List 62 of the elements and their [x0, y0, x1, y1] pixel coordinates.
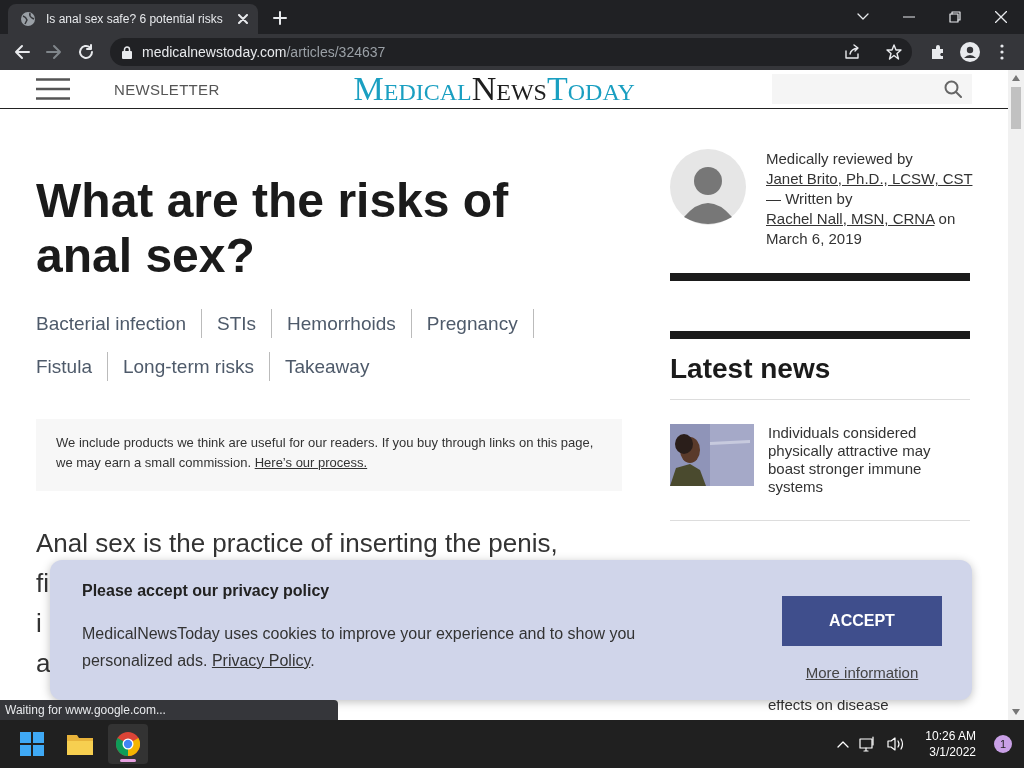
process-link[interactable]: Here’s our process. [254, 455, 368, 470]
banner-text: MedicalNewsToday uses cookies to improve your experience and to show you personalized ads. Privacy Policy. [82, 624, 637, 671]
toc-link[interactable]: STIs [201, 309, 273, 338]
scroll-thumb[interactable] [1011, 87, 1021, 129]
toc-link[interactable]: Fistula [36, 352, 108, 381]
search-field[interactable] [772, 74, 972, 104]
toc-link[interactable]: Bacterial infection [36, 309, 202, 338]
windows-logo-icon[interactable] [20, 732, 44, 756]
menu-icon[interactable] [36, 78, 70, 100]
lock-icon [122, 45, 132, 59]
notification-badge[interactable]: 1 [994, 735, 1012, 753]
author-link[interactable]: Rachel Nall, MSN, CRNA [766, 210, 935, 227]
address-bar[interactable]: medicalnewstoday.com/articles/324637 [110, 38, 912, 66]
newsletter-link[interactable]: NEWSLETTER [114, 80, 220, 98]
browser-logo-icon[interactable] [116, 732, 140, 756]
chevron-down-icon[interactable] [857, 13, 869, 21]
browser-tab[interactable]: Is anal sex safe? 6 potential risks [8, 4, 258, 34]
plus-icon[interactable] [273, 11, 287, 25]
toc-link[interactable]: Hemorrhoids [272, 309, 412, 338]
body-text: fi [36, 567, 49, 600]
volume-icon[interactable] [887, 736, 906, 752]
article-title: What are the risks of anal sex? [36, 173, 510, 283]
profile-icon[interactable] [960, 42, 980, 62]
search-icon[interactable] [944, 80, 962, 98]
toc-link[interactable]: Long-term risks [107, 352, 270, 381]
browser-taskbar-button[interactable] [108, 724, 148, 764]
site-logo[interactable]: MedicalNewsToday [353, 70, 635, 108]
scroll-up-icon[interactable] [1012, 75, 1020, 81]
forward-arrow-icon[interactable] [46, 44, 62, 60]
body-text: a [36, 647, 51, 680]
status-text: Waiting for www.google.com... [0, 700, 338, 720]
more-menu-icon[interactable] [1000, 44, 1004, 60]
close-icon[interactable] [995, 11, 1007, 23]
disclosure-text: We include products we think are useful for our readers. If you buy through links on this page, we may earn a small commission. Here’s our process. [56, 434, 595, 472]
accept-button[interactable]: ACCEPT [782, 596, 942, 646]
folder-icon[interactable] [67, 733, 93, 755]
globe-icon [20, 11, 36, 27]
restore-icon[interactable] [949, 11, 961, 23]
share-icon[interactable] [844, 44, 860, 60]
scrollbar[interactable] [1008, 70, 1024, 720]
caret-up-icon[interactable] [837, 740, 850, 748]
news-title[interactable]: effects on disease [768, 696, 948, 714]
close-icon[interactable] [238, 14, 248, 24]
banner-title: Please accept our privacy policy [82, 582, 331, 600]
body-text: i [36, 607, 42, 640]
more-info-link[interactable]: More information [805, 664, 919, 681]
toc-link[interactable]: Pregnancy [411, 309, 534, 338]
url-text: medicalnewstoday.com/articles/324637 [142, 44, 386, 60]
byline-text: Medically reviewed by Janet Brito, Ph.D., LCSW, CST — Written by Rachel Nall, MSN, CRNA on March 6, 2019 [766, 149, 973, 249]
scroll-down-icon[interactable] [1012, 709, 1020, 715]
puzzle-icon[interactable] [930, 44, 946, 60]
section-heading: Latest news [670, 353, 832, 385]
news-title[interactable]: Individuals considered physically attractive may boast stronger immune systems [768, 424, 948, 496]
clock[interactable]: 10:26 AM 3/1/2022 [925, 728, 976, 760]
privacy-link[interactable]: Privacy Policy [211, 652, 311, 669]
tab-title: Is anal sex safe? 6 potential risks [46, 12, 224, 26]
body-text: Anal sex is the practice of inserting the penis, [36, 527, 558, 560]
reload-icon[interactable] [78, 44, 94, 60]
toc-link[interactable]: Takeaway [269, 352, 385, 381]
back-arrow-icon[interactable] [14, 44, 30, 60]
star-icon[interactable] [886, 44, 902, 60]
author-link[interactable]: Janet Brito, Ph.D., LCSW, CST [766, 170, 973, 187]
